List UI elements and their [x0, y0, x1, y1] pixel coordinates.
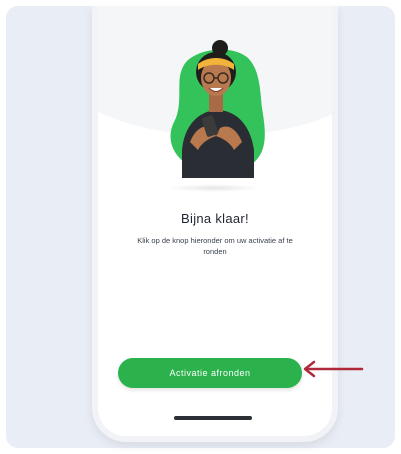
- page-subtitle: Klik op de knop hieronder om uw activati…: [137, 236, 293, 256]
- background-card: Bijna klaar! Klik op de knop hieronder o…: [6, 6, 395, 448]
- arrow-left-icon: [303, 360, 364, 378]
- activate-button[interactable]: Activatie afronden: [118, 358, 302, 388]
- home-indicator: [174, 416, 252, 420]
- phone-screen: Bijna klaar! Klik op de knop hieronder o…: [98, 6, 332, 436]
- page-title: Bijna klaar!: [181, 211, 249, 226]
- illustration-shadow: [168, 184, 260, 192]
- woman-with-phone-illustration: [170, 40, 265, 178]
